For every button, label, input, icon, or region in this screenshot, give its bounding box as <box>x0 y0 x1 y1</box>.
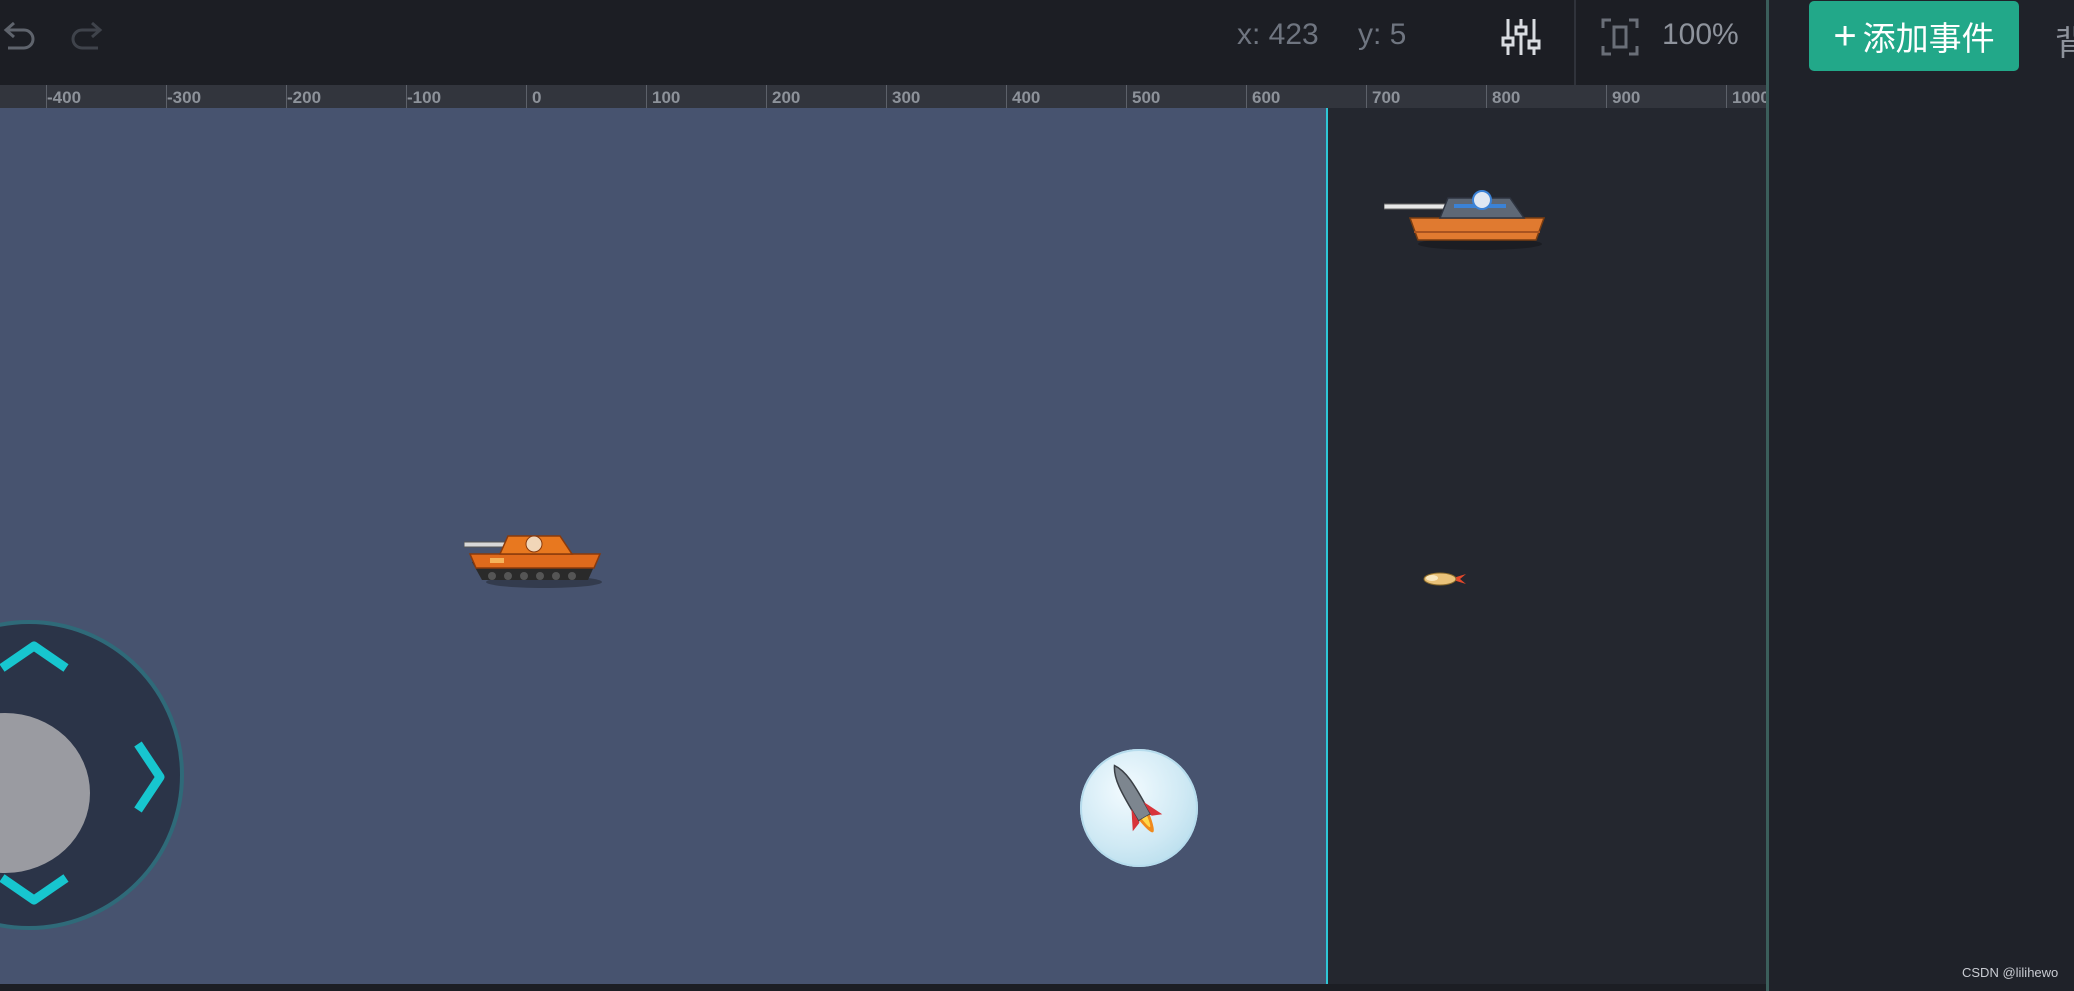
ruler-tick-line <box>1246 85 1247 108</box>
zoom-level[interactable]: 100% <box>1662 18 1739 52</box>
sliders-icon[interactable] <box>1498 14 1544 60</box>
ruler-tick-label: -300 <box>167 88 202 107</box>
cursor-x-readout: x: 423 <box>1237 18 1319 51</box>
toolbar-divider <box>1574 0 1576 85</box>
ruler-tick-label: 200 <box>772 88 801 107</box>
ruler-tick-line <box>1126 85 1127 108</box>
ruler-tick-label: 800 <box>1492 88 1521 107</box>
ruler-tick-line <box>1006 85 1007 108</box>
plus-icon: + <box>1833 14 1857 58</box>
joystick-right-arrow-icon <box>134 741 165 813</box>
ruler-tick-label: 400 <box>1012 88 1041 107</box>
panel-tab-label[interactable]: 背 <box>2055 16 2074 65</box>
ruler-tick-label: -200 <box>287 88 322 107</box>
ruler-tick-label: 0 <box>532 88 542 107</box>
ruler-tick-line <box>1606 85 1607 108</box>
ruler-tick-line <box>1366 85 1367 108</box>
ruler-tick-label: 1000 <box>1732 88 1766 107</box>
ruler-tick-line <box>766 85 767 108</box>
enemy-tank[interactable] <box>1383 178 1548 252</box>
redo-icon[interactable] <box>66 14 112 60</box>
ruler-tick-line <box>886 85 887 108</box>
horizontal-ruler: -400 -300 -200 -100 0 100 200 300 400 500 600 700 80… <box>0 85 1766 108</box>
undo-icon[interactable] <box>0 14 40 60</box>
event-panel: + 添加事件 背 <box>1766 0 2074 991</box>
add-event-button[interactable]: + 添加事件 <box>1809 1 2019 71</box>
stage-boundary <box>1326 108 1328 984</box>
bullet[interactable] <box>1422 571 1466 587</box>
add-event-label: 添加事件 <box>1862 20 1995 57</box>
ruler-tick-label: 100 <box>652 88 681 107</box>
ruler-tick-label: 600 <box>1252 88 1281 107</box>
ruler-tick-line <box>526 85 527 108</box>
ruler-tick-line <box>1726 85 1727 108</box>
ruler-tick-line <box>646 85 647 108</box>
ruler-tick-label: -100 <box>407 88 442 107</box>
fit-screen-icon[interactable] <box>1597 14 1643 60</box>
watermark: CSDN @lilihewo <box>1962 965 2059 980</box>
ruler-tick-label: -400 <box>47 88 82 107</box>
cursor-y-readout: y: 5 <box>1358 18 1407 51</box>
player-tank[interactable] <box>463 520 608 590</box>
ruler-tick-label: 900 <box>1612 88 1641 107</box>
ruler-tick-label: 500 <box>1132 88 1161 107</box>
scene-canvas[interactable] <box>0 108 1766 984</box>
ruler-tick-line <box>1486 85 1487 108</box>
ruler-tick-label: 300 <box>892 88 921 107</box>
ruler-tick-label: 700 <box>1372 88 1401 107</box>
missile-fire-button[interactable] <box>1080 749 1198 867</box>
joystick-down-arrow-icon <box>0 874 69 905</box>
editor-toolbar: x: 423 y: 5 100% <box>0 0 1766 85</box>
joystick-up-arrow-icon <box>0 641 69 672</box>
